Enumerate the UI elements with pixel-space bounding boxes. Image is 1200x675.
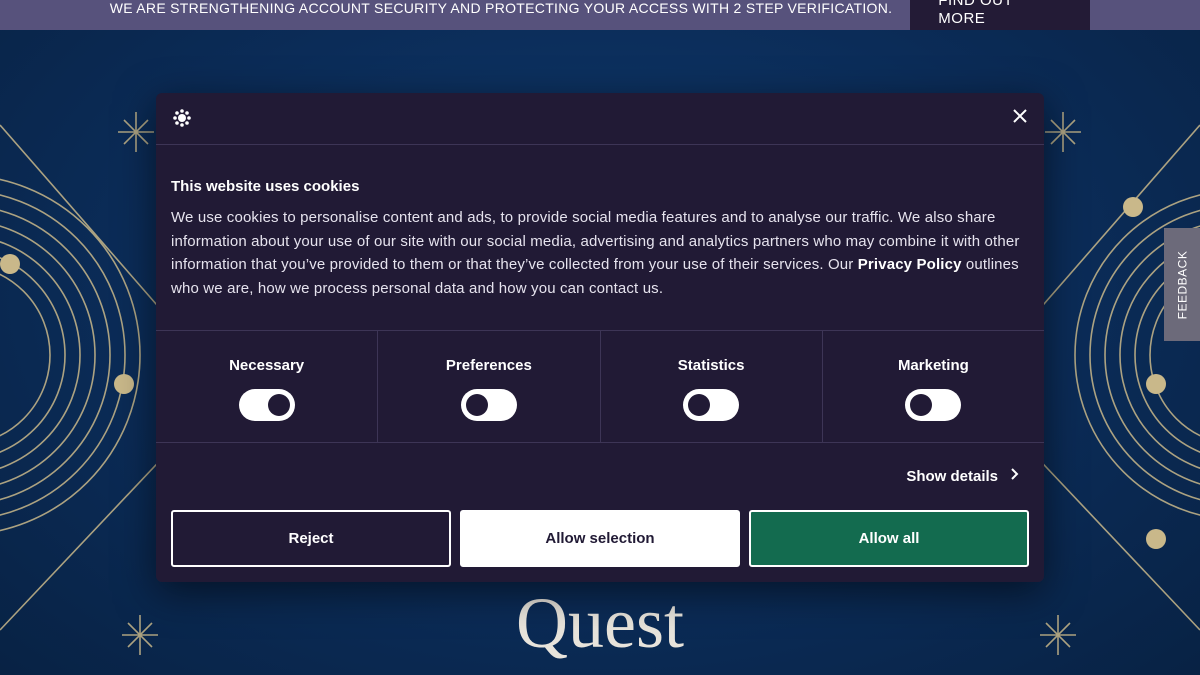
category-label: Marketing	[897, 357, 969, 374]
cookie-consent-dialog: This website uses cookies We use cookies…	[156, 93, 1044, 582]
announcement-text: WE ARE STRENGTHENING ACCOUNT SECURITY AN…	[109, 0, 893, 16]
show-details-label: Show details	[906, 467, 998, 485]
category-label: Necessary	[229, 357, 305, 374]
allow-selection-button[interactable]: Allow selection	[460, 510, 740, 567]
close-icon	[1012, 108, 1028, 129]
hero-title: Quest	[516, 583, 684, 663]
dialog-header	[156, 93, 1044, 145]
marketing-toggle[interactable]	[905, 389, 962, 421]
necessary-toggle[interactable]	[238, 389, 295, 421]
dialog-description: We use cookies to personalise content an…	[171, 206, 1029, 301]
privacy-policy-link[interactable]: Privacy Policy	[858, 256, 962, 273]
reject-button[interactable]: Reject	[171, 510, 451, 567]
show-details-link[interactable]: Show details	[906, 467, 1020, 485]
consent-categories: Necessary Preferences Statistics Marketi…	[156, 330, 1044, 443]
preferences-toggle[interactable]	[460, 389, 517, 421]
close-button[interactable]	[1008, 106, 1032, 130]
toggle-knob	[267, 394, 290, 416]
toggle-knob	[688, 394, 711, 416]
toggle-knob	[465, 394, 488, 416]
announcement-bar: WE ARE STRENGTHENING ACCOUNT SECURITY AN…	[0, 0, 1200, 30]
category-label: Statistics	[677, 357, 745, 374]
allow-all-button[interactable]: Allow all	[749, 510, 1029, 567]
category-marketing: Marketing	[823, 331, 1044, 442]
category-label: Preferences	[445, 357, 532, 374]
feedback-label: FEEDBACK	[1175, 250, 1189, 319]
cookiebot-logo-icon	[172, 108, 192, 128]
category-necessary: Necessary	[156, 331, 379, 442]
chevron-right-icon	[1010, 467, 1020, 485]
category-preferences: Preferences	[378, 331, 601, 442]
feedback-tab[interactable]: FEEDBACK	[1164, 228, 1200, 341]
dialog-heading: This website uses cookies	[171, 178, 360, 195]
statistics-toggle[interactable]	[683, 389, 740, 421]
toggle-knob	[910, 394, 933, 416]
find-out-more-button[interactable]: FIND OUT MORE	[910, 0, 1091, 30]
category-statistics: Statistics	[601, 331, 823, 442]
consent-buttons: Reject Allow selection Allow all	[171, 510, 1029, 567]
